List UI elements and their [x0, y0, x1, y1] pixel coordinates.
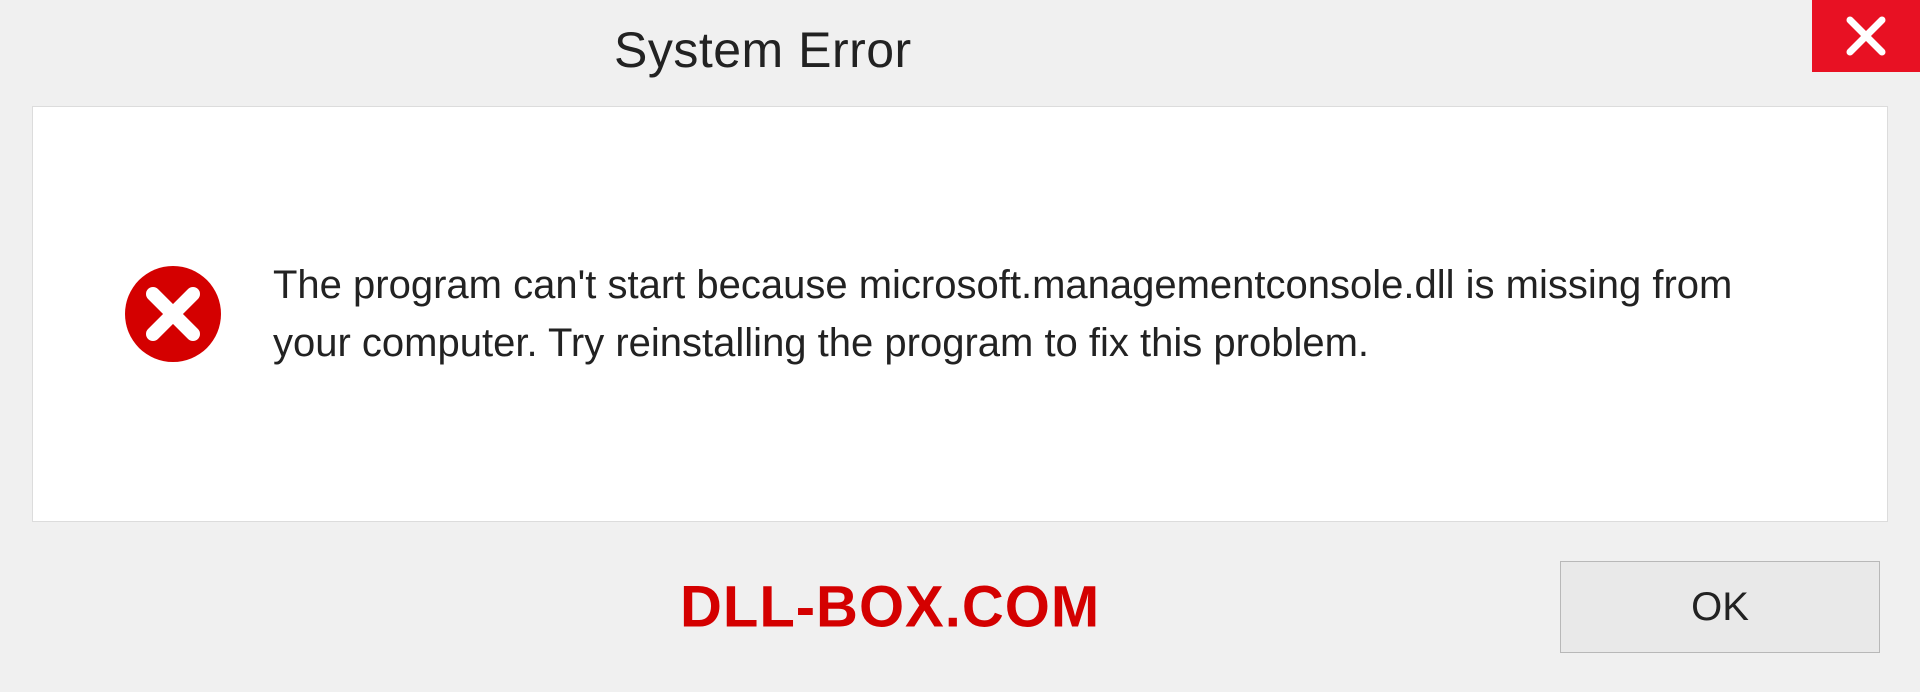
error-icon	[123, 264, 223, 364]
error-message: The program can't start because microsof…	[273, 256, 1817, 372]
close-button[interactable]	[1812, 0, 1920, 72]
dialog-footer: DLL-BOX.COM OK	[0, 522, 1920, 692]
ok-button[interactable]: OK	[1560, 561, 1880, 653]
dialog-title: System Error	[614, 21, 912, 79]
content-panel: The program can't start because microsof…	[32, 106, 1888, 522]
watermark-text: DLL-BOX.COM	[680, 574, 1100, 641]
close-icon	[1844, 14, 1888, 58]
system-error-dialog: System Error The program can't start bec…	[0, 0, 1920, 692]
titlebar: System Error	[0, 0, 1920, 100]
